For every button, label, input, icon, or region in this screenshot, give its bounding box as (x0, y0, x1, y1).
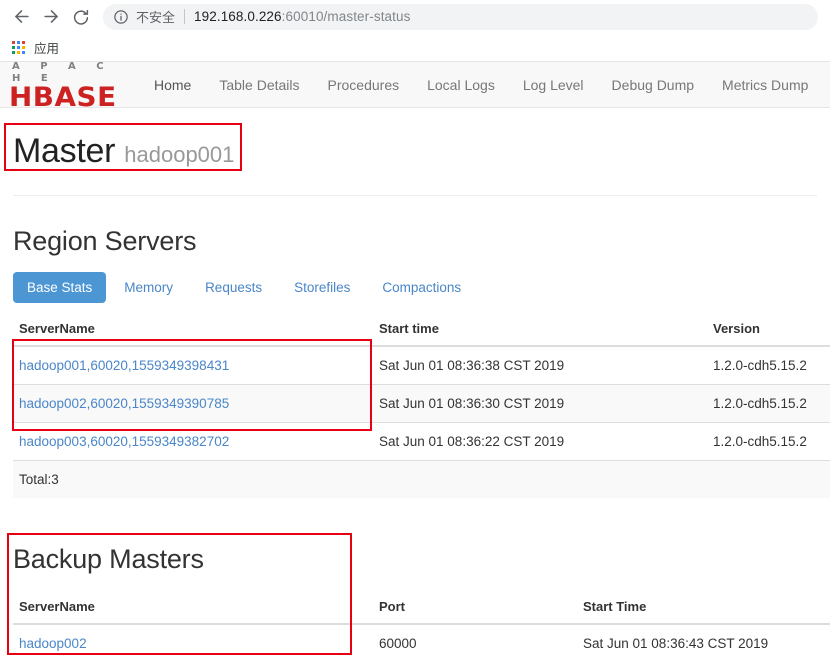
hbase-logo[interactable]: A P A C H E HBASE (9, 62, 140, 108)
url-path: :60010/master-status (282, 9, 411, 24)
nav-link-hbase[interactable]: HBase (822, 62, 830, 108)
total-spacer-2 (707, 461, 830, 499)
nav-link-debug-dump[interactable]: Debug Dump (598, 62, 709, 108)
tab-compactions[interactable]: Compactions (368, 272, 475, 303)
nav-link-procedures[interactable]: Procedures (314, 62, 414, 108)
region-servers-tabs: Base Stats Memory Requests Storefiles Co… (13, 272, 817, 303)
title-divider (13, 195, 817, 196)
table-total-row: Total:3 (13, 461, 830, 499)
nav-link-table-details[interactable]: Table Details (205, 62, 313, 108)
cell-start-time: Sat Jun 01 08:36:38 CST 2019 (373, 346, 707, 385)
hbase-navbar: A P A C H E HBASE Home Table Details Pro… (0, 62, 830, 108)
browser-chrome: 不安全 192.168.0.226:60010/master-status 应用 (0, 0, 830, 62)
cell-servername: hadoop002,60020,1559349390785 (13, 385, 373, 423)
cell-start-time: Sat Jun 01 08:36:22 CST 2019 (373, 423, 707, 461)
region-servers-table-head: ServerName Start time Version (13, 312, 830, 346)
url-text: 192.168.0.226:60010/master-status (194, 9, 410, 24)
hbase-master-status-page: A P A C H E HBASE Home Table Details Pro… (0, 62, 830, 661)
server-link[interactable]: hadoop002,60020,1559349390785 (19, 396, 229, 411)
backup-masters-table-head: ServerName Port Start Time (13, 590, 830, 624)
nav-link-local-logs[interactable]: Local Logs (413, 62, 509, 108)
nav-link-home[interactable]: Home (140, 62, 205, 108)
region-servers-table-body: hadoop001,60020,1559349398431 Sat Jun 01… (13, 346, 830, 498)
bookmark-apps-label[interactable]: 应用 (34, 38, 59, 57)
tab-memory[interactable]: Memory (110, 272, 187, 303)
column-header-start-time[interactable]: Start time (373, 312, 707, 346)
master-hostname: hadoop001 (124, 142, 234, 167)
arrow-right-icon (42, 7, 61, 26)
column-header-servername[interactable]: ServerName (13, 312, 373, 346)
hbase-nav-links: Home Table Details Procedures Local Logs… (140, 62, 830, 108)
total-spacer-1 (373, 461, 707, 499)
reload-button[interactable] (66, 2, 96, 32)
backup-masters-table: ServerName Port Start Time hadoop002 600… (13, 590, 830, 661)
cell-start-time: Sat Jun 01 08:36:30 CST 2019 (373, 385, 707, 423)
server-link[interactable]: hadoop003,60020,1559349382702 (19, 434, 229, 449)
page-content: Master hadoop001 Region Servers Base Sta… (0, 130, 830, 661)
arrow-left-icon (12, 7, 31, 26)
bookmarks-bar: 应用 (0, 33, 830, 62)
backup-masters-table-body: hadoop002 60000 Sat Jun 01 08:36:43 CST … (13, 624, 830, 661)
backup-server-link[interactable]: hadoop002 (19, 636, 87, 651)
browser-toolbar: 不安全 192.168.0.226:60010/master-status (0, 0, 830, 33)
nav-link-log-level[interactable]: Log Level (509, 62, 598, 108)
logo-hbase-text: HBASE (9, 85, 144, 108)
region-servers-table: ServerName Start time Version hadoop001,… (13, 312, 830, 498)
server-link[interactable]: hadoop001,60020,1559349398431 (19, 358, 229, 373)
omnibox-divider (184, 9, 185, 24)
cell-servername: hadoop003,60020,1559349382702 (13, 423, 373, 461)
column-header-backup-port[interactable]: Port (373, 590, 577, 624)
tab-base-stats[interactable]: Base Stats (13, 272, 106, 303)
total-label: Total:3 (13, 461, 373, 499)
back-button[interactable] (6, 2, 36, 32)
info-circle-icon[interactable] (113, 9, 129, 25)
tab-storefiles[interactable]: Storefiles (280, 272, 364, 303)
region-servers-heading: Region Servers (13, 224, 817, 258)
apps-grid-icon[interactable] (12, 41, 25, 54)
cell-servername: hadoop001,60020,1559349398431 (13, 346, 373, 385)
column-header-backup-start-time[interactable]: Start Time (577, 590, 830, 624)
address-bar[interactable]: 不安全 192.168.0.226:60010/master-status (103, 4, 818, 30)
tab-requests[interactable]: Requests (191, 272, 276, 303)
nav-link-metrics-dump[interactable]: Metrics Dump (708, 62, 822, 108)
cell-version: 1.2.0-cdh5.15.2 (707, 423, 830, 461)
cell-version: 1.2.0-cdh5.15.2 (707, 385, 830, 423)
table-header-row: ServerName Start time Version (13, 312, 830, 346)
reload-icon (72, 8, 90, 26)
security-status-label: 不安全 (136, 7, 175, 26)
column-header-backup-servername[interactable]: ServerName (13, 590, 373, 624)
url-host: 192.168.0.226 (194, 9, 282, 24)
cell-version: 1.2.0-cdh5.15.2 (707, 346, 830, 385)
page-title: Master hadoop001 (13, 130, 817, 176)
cell-backup-servername: hadoop002 (13, 624, 373, 661)
cell-backup-start-time: Sat Jun 01 08:36:43 CST 2019 (577, 624, 830, 661)
table-row: hadoop002 60000 Sat Jun 01 08:36:43 CST … (13, 624, 830, 661)
table-header-row: ServerName Port Start Time (13, 590, 830, 624)
table-row: hadoop001,60020,1559349398431 Sat Jun 01… (13, 346, 830, 385)
master-label: Master (13, 132, 115, 170)
table-row: hadoop003,60020,1559349382702 Sat Jun 01… (13, 423, 830, 461)
column-header-version[interactable]: Version (707, 312, 830, 346)
cell-backup-port: 60000 (373, 624, 577, 661)
table-row: hadoop002,60020,1559349390785 Sat Jun 01… (13, 385, 830, 423)
forward-button[interactable] (36, 2, 66, 32)
backup-masters-heading: Backup Masters (13, 542, 817, 576)
